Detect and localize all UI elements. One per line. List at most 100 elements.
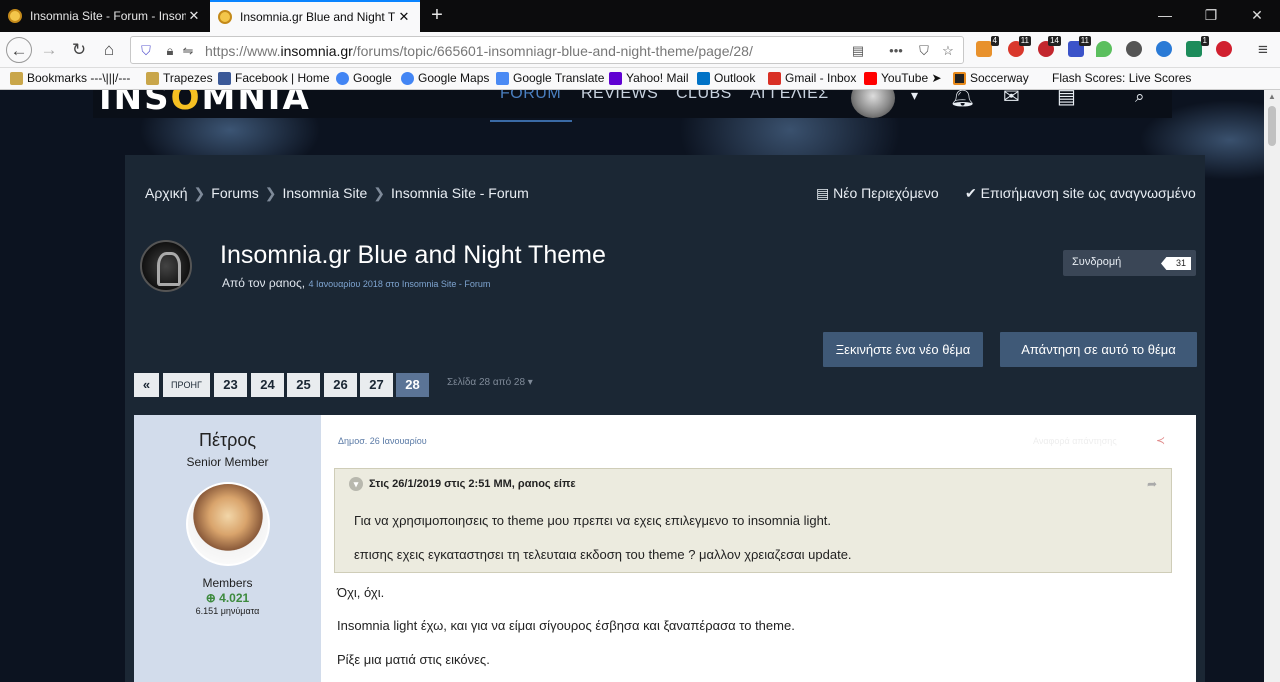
thread-starter-avatar[interactable]: [140, 240, 192, 292]
bookmark-star-icon[interactable]: ☆: [939, 42, 957, 60]
ext-euro-icon[interactable]: [1156, 41, 1172, 57]
close-window-button[interactable]: ✕: [1234, 0, 1280, 32]
ext-s-icon[interactable]: 1: [1186, 36, 1209, 57]
bookmark-item[interactable]: Google Translate: [496, 71, 604, 85]
page-scrollbar[interactable]: ▲: [1264, 90, 1280, 682]
pocket-icon[interactable]: ⛉: [915, 42, 933, 60]
nav-forum[interactable]: FORUM: [500, 90, 561, 103]
bookmark-item[interactable]: Gmail - Inbox: [768, 71, 856, 85]
reader-view-icon[interactable]: ▤: [849, 42, 867, 60]
follow-button[interactable]: Συνδρομή 31: [1063, 250, 1196, 276]
bookmark-item[interactable]: YouTube ➤: [864, 71, 942, 85]
quote-line: επισης εχεις εγκαταστησει τη τελευταια ε…: [354, 547, 852, 562]
post-paragraph: Insomnia light έχω, και για να είμαι σίγ…: [337, 618, 795, 633]
thread-author[interactable]: Από τον ραnoς,: [222, 276, 305, 290]
nav-reviews[interactable]: REVIEWS: [581, 90, 658, 103]
tracking-shield-icon[interactable]: ⛉: [137, 42, 155, 60]
prev-page-button[interactable]: ΠΡΟΗΓ: [163, 373, 210, 397]
forward-button[interactable]: →: [36, 37, 62, 63]
bookmark-item[interactable]: Trapezes: [146, 71, 213, 85]
author-post-count: 6.151 μηνύματα: [195, 606, 260, 616]
notifications-bell-icon[interactable]: 🔔︎: [950, 90, 975, 109]
thread-meta: Από τον ραnoς, 4 Ιανουαρίου 2018 στο Ins…: [222, 276, 490, 290]
tab-insomnia-forum[interactable]: Insomnia Site - Forum - Insom ✕: [0, 0, 210, 32]
search-icon[interactable]: ⌕: [1135, 90, 1145, 107]
newspaper-icon: ▤: [816, 185, 834, 201]
ext-heart-icon[interactable]: [1096, 41, 1112, 57]
go-to-quoted-post-icon[interactable]: ➦: [1147, 477, 1157, 491]
bookmark-item[interactable]: Flash Scores: Live Scores: [1052, 71, 1191, 85]
ext-puzzle-icon[interactable]: 11: [1068, 36, 1091, 57]
reload-button[interactable]: ↻: [66, 37, 92, 63]
forum-container: Αρχική ❯ Forums ❯ Insomnia Site ❯ Insomnia …: [125, 155, 1205, 682]
new-tab-button[interactable]: +: [426, 5, 448, 27]
lock-icon[interactable]: 🔒︎: [161, 42, 179, 60]
page-jump-dropdown[interactable]: Σελίδα 28 από 28 ▾: [447, 377, 533, 388]
scroll-up-arrow-icon[interactable]: ▲: [1268, 92, 1276, 101]
bookmark-item[interactable]: Facebook | Home: [218, 71, 330, 85]
folder-icon: [146, 71, 159, 85]
bookmark-item[interactable]: Google: [336, 71, 392, 85]
tab-blue-night-theme[interactable]: Insomnia.gr Blue and Night Th ✕: [210, 0, 420, 32]
quote-citation: Στις 26/1/2019 στις 2:51 ΜΜ, ραnoς είπε: [369, 478, 576, 490]
home-button[interactable]: ⌂: [96, 37, 122, 63]
checkmark-icon: ✔: [965, 185, 981, 201]
nav-classifieds[interactable]: ΑΓΓΕΛΙΕΣ: [750, 90, 829, 103]
site-header: INSOMNIA FORUM REVIEWS CLUBS ΑΓΓΕΛΙΕΣ ▾ …: [93, 90, 1172, 122]
new-topic-button[interactable]: Ξεκινήστε ένα νέο θέμα: [823, 332, 983, 367]
post-date[interactable]: Δημοσ. 26 Ιανουαρίου: [338, 436, 427, 446]
bookmark-item[interactable]: Google Maps: [401, 71, 489, 85]
bookmark-item[interactable]: Yahoo! Mail: [609, 71, 688, 85]
nav-clubs[interactable]: CLUBS: [676, 90, 732, 103]
breadcrumb-forums[interactable]: Forums: [211, 185, 258, 202]
author-avatar[interactable]: [186, 482, 270, 566]
insomnia-logo[interactable]: INSOMNIA: [99, 90, 311, 118]
activity-feed-icon[interactable]: ▤: [1057, 90, 1076, 109]
ext-record-icon[interactable]: [1216, 41, 1232, 57]
bookmark-item[interactable]: Soccerway: [953, 71, 1029, 85]
bookmark-item[interactable]: Bookmarks ---\|||/---: [10, 71, 130, 85]
thread-title: Insomnia.gr Blue and Night Theme: [220, 241, 606, 269]
back-button[interactable]: ←: [6, 37, 32, 63]
user-avatar[interactable]: [851, 90, 895, 118]
google-icon: [336, 71, 349, 85]
yahoo-icon: [609, 71, 622, 85]
page-25[interactable]: 25: [287, 373, 320, 397]
mark-site-read-link[interactable]: ✔ Επισήμανση site ως αναγνωσμένο: [965, 185, 1196, 202]
close-tab-icon[interactable]: ✕: [396, 9, 412, 25]
share-icon[interactable]: ≺: [1156, 434, 1165, 447]
messages-envelope-icon[interactable]: ✉: [1003, 90, 1020, 109]
thread-date-forum[interactable]: 4 Ιανουαρίου 2018 στο Insomnia Site - Fo…: [308, 279, 490, 289]
ext-adblock-icon[interactable]: 14: [1038, 36, 1061, 57]
page-24[interactable]: 24: [251, 373, 284, 397]
url-bar[interactable]: ⛉ 🔒︎ ⇋ https://www.insomnia.gr/forums/to…: [130, 36, 964, 64]
breadcrumb-home[interactable]: Αρχική: [145, 185, 188, 202]
close-tab-icon[interactable]: ✕: [186, 8, 202, 24]
menu-hamburger-icon[interactable]: ≡: [1250, 37, 1276, 63]
page-28-current[interactable]: 28: [396, 373, 429, 397]
user-menu-caret-icon[interactable]: ▾: [911, 90, 918, 104]
ext-eye-icon[interactable]: [1126, 41, 1142, 57]
report-post-link[interactable]: Αναφορά απάντησης: [1033, 436, 1117, 446]
page-viewport: INSOMNIA FORUM REVIEWS CLUBS ΑΓΓΕΛΙΕΣ ▾ …: [0, 90, 1264, 682]
breadcrumb-insomnia-site-forum[interactable]: Insomnia Site - Forum: [391, 185, 529, 202]
scrollbar-thumb[interactable]: [1268, 106, 1276, 146]
bookmark-item[interactable]: Outlook: [697, 71, 755, 85]
minimize-button[interactable]: —: [1142, 0, 1188, 32]
maximize-button[interactable]: ❐: [1188, 0, 1234, 32]
new-content-link[interactable]: ▤ Νέο Περιεχόμενο: [816, 185, 939, 202]
chevron-down-icon[interactable]: ▾: [349, 477, 363, 491]
ext-feedly-icon[interactable]: 11: [1008, 36, 1031, 57]
page-27[interactable]: 27: [360, 373, 393, 397]
ext-bell-icon[interactable]: 4: [976, 36, 999, 57]
page-26[interactable]: 26: [324, 373, 357, 397]
url-text[interactable]: https://www.insomnia.gr/forums/topic/665…: [205, 43, 753, 59]
breadcrumb-insomnia-site[interactable]: Insomnia Site: [282, 185, 367, 202]
first-page-button[interactable]: «: [134, 373, 159, 397]
quote-line: Για να χρησιμοποιησεις το theme μου πρεπ…: [354, 513, 832, 528]
page-23[interactable]: 23: [214, 373, 247, 397]
permissions-icon[interactable]: ⇋: [179, 42, 197, 60]
reply-button[interactable]: Απάντηση σε αυτό το θέμα: [1000, 332, 1197, 367]
author-name[interactable]: Πέτρος: [134, 430, 321, 451]
page-actions-icon[interactable]: •••: [887, 42, 905, 60]
